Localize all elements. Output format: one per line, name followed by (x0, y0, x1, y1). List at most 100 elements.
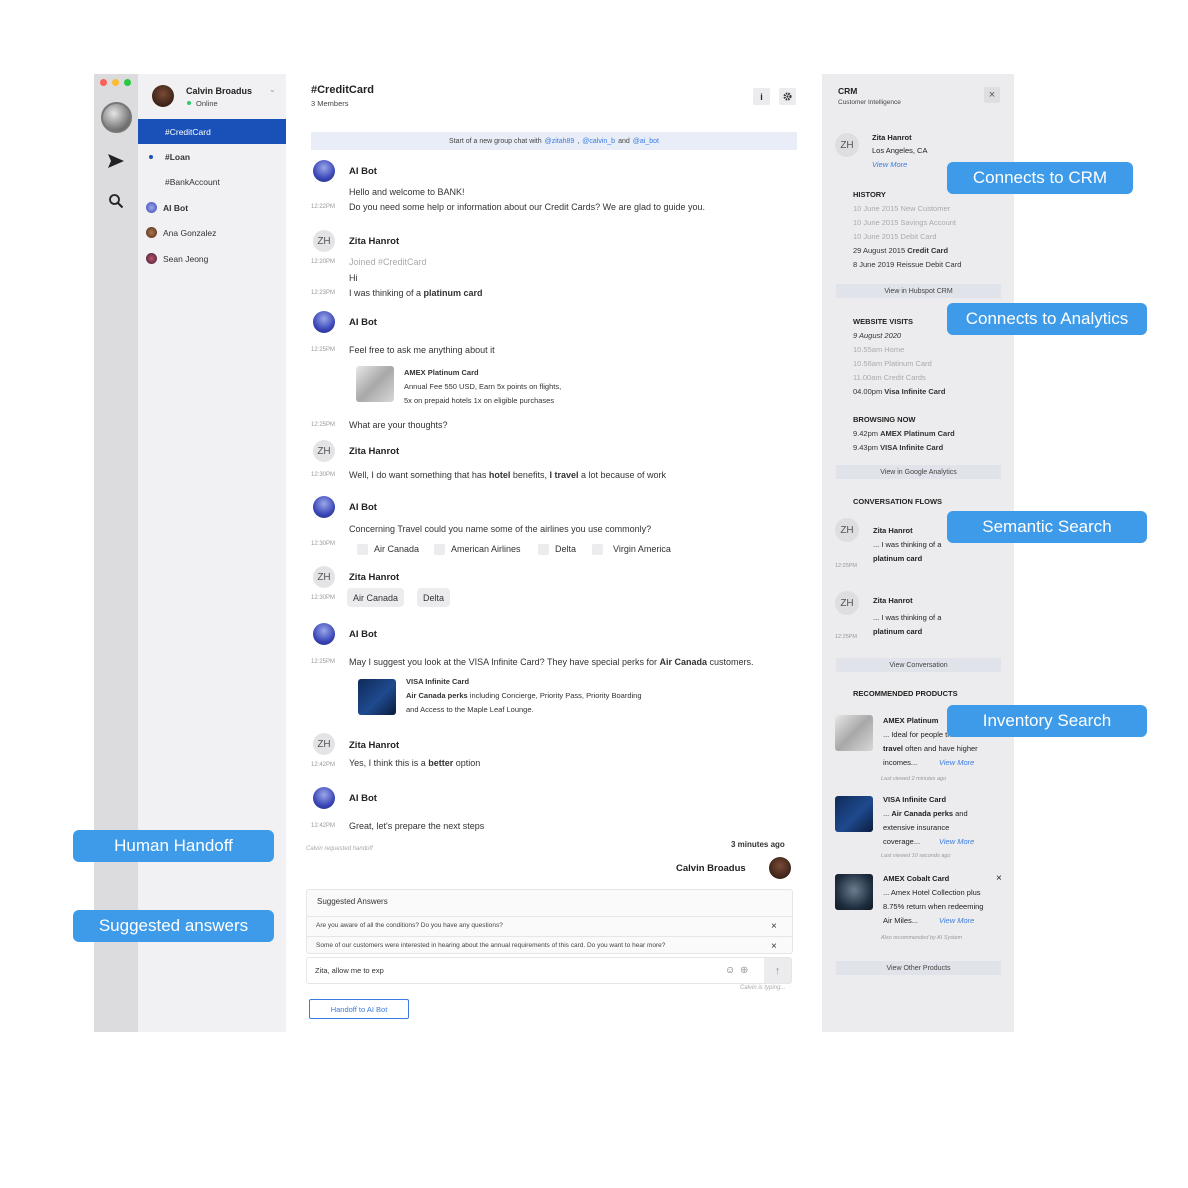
handoff-note: Calvin requested handoff (306, 846, 373, 852)
chevron-down-icon[interactable]: ⌄ (269, 85, 276, 94)
view-conversation-button[interactable]: View Conversation (836, 658, 1001, 672)
browsing-title: BROWSING NOW (853, 415, 916, 424)
option-label[interactable]: Virgin America (613, 544, 671, 554)
message-input-value: Zita, allow me to exp (315, 966, 384, 975)
contact-sean-jeong[interactable]: Sean Jeong (138, 246, 286, 271)
user-status: Online (196, 99, 218, 108)
chat-members: 3 Members (311, 99, 349, 108)
message-time: 12:30PM (311, 472, 336, 478)
callout-crm: Connects to CRM (947, 162, 1133, 194)
channel-creditcard[interactable]: #CreditCard (138, 119, 286, 144)
message-text: Hi (349, 273, 358, 283)
view-more-link[interactable]: View More (939, 758, 974, 767)
contact-ai-bot[interactable]: AI Bot (138, 195, 286, 220)
message-time: 12:22PM (311, 204, 336, 210)
customer-location: Los Angeles, CA (872, 146, 928, 155)
channel-bankaccount[interactable]: #BankAccount (138, 169, 286, 194)
agent-name: Calvin Broadus (676, 863, 746, 874)
view-more-link[interactable]: View More (939, 837, 974, 846)
view-hubspot-button[interactable]: View in Hubspot CRM (836, 284, 1001, 298)
suggested-answer[interactable]: Some of our customers were interested in… (316, 942, 665, 949)
text-part: 9.43pm (853, 443, 881, 452)
add-icon[interactable]: ⊕ (740, 965, 748, 976)
channel-label: #BankAccount (165, 176, 220, 187)
view-more-link[interactable]: View More (872, 160, 907, 169)
visit-item: 10.56am Platinum Card (853, 359, 932, 368)
dismiss-icon[interactable]: × (996, 873, 1002, 884)
browsing-item: 9.43pm VISA Infinite Card (853, 443, 943, 452)
message-time: 12:30PM (311, 541, 336, 547)
mention-link[interactable]: @calvin_b (582, 138, 615, 145)
product-image[interactable] (835, 874, 873, 910)
search-icon[interactable] (106, 191, 126, 211)
view-analytics-button[interactable]: View in Google Analytics (836, 465, 1001, 479)
contact-label: AI Bot (163, 202, 189, 213)
product-name: AMEX Platinum (883, 716, 939, 725)
chat-pane: #CreditCard 3 Members i Start of a new g… (286, 74, 822, 1032)
option-checkbox[interactable] (357, 544, 368, 555)
view-more-link[interactable]: View More (939, 916, 974, 925)
history-item: 29 August 2015 Credit Card (853, 246, 948, 255)
message-time: 12:42PM (311, 762, 336, 768)
ai-bot-avatar (146, 202, 157, 213)
mention-link[interactable]: @ai_bot (633, 138, 659, 145)
window-maximize-dot[interactable] (124, 79, 131, 86)
ai-bot-avatar (313, 623, 335, 645)
product-desc: travel often and have higher (883, 744, 978, 753)
option-checkbox[interactable] (538, 544, 549, 555)
close-icon[interactable]: × (984, 87, 1000, 103)
ai-bot-avatar (313, 787, 335, 809)
emoji-icon[interactable]: ☺ (725, 965, 735, 976)
mention-link[interactable]: @zitah89 (545, 138, 575, 145)
channel-label: #CreditCard (165, 126, 211, 137)
suggested-answer[interactable]: Are you aware of all the conditions? Do … (316, 922, 503, 929)
card-title: AMEX Platinum Card (404, 368, 479, 377)
history-item: 10 June 2015 New Customer (853, 204, 951, 213)
view-other-products-button[interactable]: View Other Products (836, 961, 1001, 975)
answer-chip[interactable]: Delta (417, 588, 451, 607)
settings-button[interactable] (779, 88, 796, 105)
divider (307, 936, 792, 937)
sender-name: Zita Hanrot (349, 446, 400, 457)
text-bold: Visa Infinite Card (884, 387, 946, 396)
window-close-dot[interactable] (100, 79, 107, 86)
text-part: often and have higher (903, 744, 978, 753)
channel-loan[interactable]: #Loan (138, 144, 286, 169)
text-bold: Air Canada perks (406, 691, 468, 700)
option-label[interactable]: Delta (555, 544, 576, 554)
option-checkbox[interactable] (592, 544, 603, 555)
text-bold: better (428, 758, 454, 768)
answer-chip[interactable]: Air Canada (347, 588, 405, 607)
product-image[interactable] (835, 715, 873, 751)
visits-title: WEBSITE VISITS (853, 317, 914, 326)
unread-dot-icon (149, 154, 153, 159)
visa-infinite-card-image[interactable] (358, 679, 396, 715)
history-item: 8 June 2019 Reissue Debit Card (853, 260, 962, 269)
handoff-button[interactable]: Handoff to AI Bot (309, 999, 409, 1019)
customer-name: Zita Hanrot (872, 133, 912, 142)
send-icon[interactable] (106, 151, 126, 171)
window-minimize-dot[interactable] (112, 79, 119, 86)
text-part: Yes, I think this is a (349, 758, 429, 768)
dismiss-icon[interactable]: × (771, 941, 777, 952)
dismiss-icon[interactable]: × (771, 921, 777, 932)
message-text: Great, let's prepare the next steps (349, 821, 485, 831)
user-avatar[interactable] (152, 85, 174, 107)
message-time: 12:20PM (311, 259, 336, 265)
info-button[interactable]: i (753, 88, 770, 105)
message-input[interactable]: Zita, allow me to exp ☺ ⊕ ↑ (306, 957, 792, 984)
option-label[interactable]: American Airlines (451, 544, 521, 554)
message-text: Do you need some help or information abo… (349, 202, 706, 212)
message-time: 12:25PM (311, 347, 336, 353)
product-image[interactable] (835, 796, 873, 832)
option-label[interactable]: Air Canada (374, 544, 419, 554)
bank-logo[interactable] (101, 102, 132, 133)
flow-name: Zita Hanrot (873, 596, 913, 605)
text-part: including Concierge, Priority Pass, Prio… (467, 691, 642, 700)
contact-ana-gonzalez[interactable]: Ana Gonzalez (138, 220, 286, 245)
message-text: Feel free to ask me anything about it (349, 345, 495, 355)
option-checkbox[interactable] (434, 544, 445, 555)
amex-platinum-card-image[interactable] (356, 366, 394, 402)
send-arrow-icon[interactable]: ↑ (764, 958, 791, 983)
channel-label: #Loan (165, 151, 191, 162)
